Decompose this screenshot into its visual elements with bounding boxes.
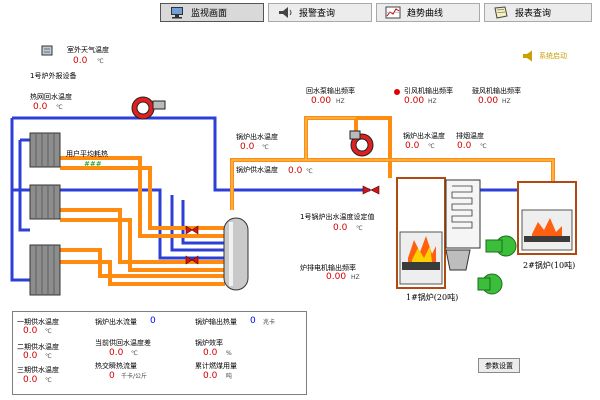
supply-pipe-highlight — [231, 117, 554, 210]
user-avg-value: ### — [84, 160, 102, 168]
phase3-temp-value: 0.0 — [23, 375, 38, 385]
return-temp-unit: ℃ — [56, 104, 63, 111]
heat-flow-value: 0 — [109, 371, 115, 381]
radiator-units — [29, 132, 61, 296]
coal-usage-unit: 吨 — [226, 373, 233, 380]
outlet-temp2-unit: ℃ — [428, 143, 435, 150]
pipe-valves — [185, 185, 380, 265]
temp-diff-unit: ℃ — [131, 350, 138, 357]
device-caption: 1号炉外报设备 — [30, 72, 77, 80]
user-avg-label: 用户平均耗热 — [66, 150, 108, 158]
scada-screen: 监视画面 报警查询 趋势曲线 报表查询 室外天气温度 0.0 ℃ 1号炉外报设备… — [0, 0, 600, 400]
coal-usage-label: 累计燃煤用量 — [195, 362, 237, 370]
return-temp-value: 0.0 — [33, 102, 48, 112]
phase1-temp-label: 一期供水温度 — [17, 318, 59, 326]
phase2-temp-unit: ℃ — [45, 353, 52, 360]
outdoor-temp-unit: ℃ — [97, 58, 104, 65]
phase2-temp-label: 二期供水温度 — [17, 343, 59, 351]
speaker-icon — [523, 50, 532, 62]
exhaust-temp-unit: ℃ — [480, 143, 487, 150]
efficiency-unit: % — [226, 350, 232, 357]
outlet-temp2-value: 0.0 — [405, 141, 420, 151]
fan-freq-value: 0.00 — [404, 96, 425, 106]
outlet-flow-label: 锅炉出水流量 — [95, 318, 137, 326]
blower-freq-label: 鼓风机输出频率 — [472, 87, 521, 95]
coal-usage-value: 0.0 — [203, 371, 218, 381]
outlet-temp-label: 锅炉出水温度 — [236, 133, 278, 141]
setpoint-unit: ℃ — [356, 225, 363, 232]
water-header-tank — [223, 217, 249, 291]
grate-freq-value: 0.00 — [326, 272, 347, 282]
setpoint-label: 1号锅炉出水温度设定值 — [300, 213, 375, 221]
fan-freq-label: 引风机输出频率 — [404, 87, 453, 95]
temp-diff-value: 0.0 — [109, 348, 124, 358]
return-pump-freq-label: 回水泵输出频率 — [306, 87, 355, 95]
return-temp-label: 热网回水温度 — [30, 93, 72, 101]
outdoor-temp-label: 室外天气温度 — [67, 46, 109, 54]
heat-output-unit: 兆卡 — [263, 319, 276, 326]
boiler-1 — [396, 177, 481, 289]
return-pump[interactable] — [131, 96, 166, 120]
phase1-temp-unit: ℃ — [45, 328, 52, 335]
phase3-temp-label: 三期供水温度 — [17, 366, 59, 374]
param-settings-button[interactable]: 参数设置 — [478, 358, 520, 373]
heat-flow-unit: 千卡/公斤 — [121, 373, 148, 380]
return-pump-freq-unit: HZ — [336, 98, 345, 105]
summary-panel: 一期供水温度 0.0 ℃ 二期供水温度 0.0 ℃ 三期供水温度 0.0 ℃ 锅… — [12, 311, 307, 395]
grate-freq-unit: HZ — [351, 274, 360, 281]
outlet-temp-value: 0.0 — [240, 142, 255, 152]
exhaust-temp-value: 0.0 — [457, 141, 472, 151]
blower-fan[interactable] — [477, 273, 503, 295]
weather-station-icon — [41, 45, 53, 56]
setpoint-value: 0.0 — [333, 223, 348, 233]
blower-freq-unit: HZ — [502, 98, 511, 105]
system-start-button[interactable]: 系统启动 — [522, 50, 567, 62]
heat-output-value: 0 — [250, 316, 256, 326]
phase3-temp-unit: ℃ — [45, 377, 52, 384]
circulation-pump[interactable] — [349, 130, 374, 157]
supply-temp-value: 0.0 — [288, 166, 303, 176]
boiler-2-caption: 2#锅炉(10吨) — [523, 261, 576, 270]
exhaust-temp-label: 排烟温度 — [456, 132, 484, 140]
phase1-temp-value: 0.0 — [23, 326, 38, 336]
boiler-1-caption: 1#锅炉(20吨) — [406, 293, 459, 302]
system-start-label: 系统启动 — [539, 52, 567, 60]
supply-temp-unit: ℃ — [306, 168, 313, 175]
outlet-temp2-label: 锅炉出水温度 — [403, 132, 445, 140]
induced-fan[interactable] — [485, 235, 517, 257]
grate-freq-label: 炉排电机输出频率 — [300, 264, 356, 272]
efficiency-label: 锅炉效率 — [195, 339, 223, 347]
phase2-temp-value: 0.0 — [23, 351, 38, 361]
outdoor-temp-value: 0.0 — [73, 56, 88, 66]
boiler-2 — [517, 181, 577, 255]
return-pump-freq-value: 0.00 — [311, 96, 332, 106]
fan-status-light — [394, 89, 400, 95]
outlet-flow-value: 0 — [150, 316, 156, 326]
blower-freq-value: 0.00 — [478, 96, 499, 106]
efficiency-value: 0.0 — [203, 348, 218, 358]
heat-output-label: 锅炉输出热量 — [195, 318, 237, 326]
supply-temp-label: 锅炉供水温度 — [236, 166, 278, 174]
heat-flow-label: 热交瞬热流量 — [95, 362, 137, 370]
fan-freq-unit: HZ — [428, 98, 437, 105]
outlet-temp-unit: ℃ — [262, 144, 269, 151]
temp-diff-label: 当前供回水温度差 — [95, 339, 151, 347]
